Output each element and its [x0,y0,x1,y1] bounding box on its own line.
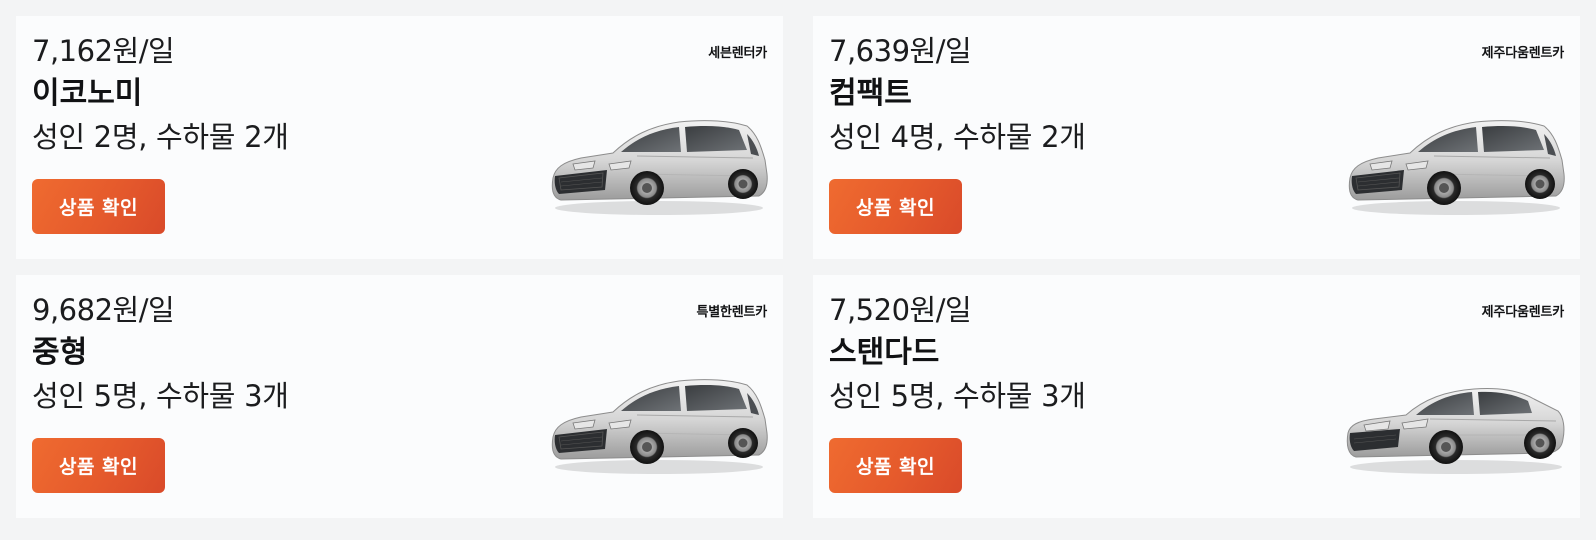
rental-car-results-grid: 7,162원/일 이코노미 성인 2명, 수하물 2개 상품 확인 세븐렌터카 … [16,16,1580,518]
car-class: 이코노미 [32,76,143,111]
rental-card-economy: 7,162원/일 이코노미 성인 2명, 수하물 2개 상품 확인 세븐렌터카 [16,16,783,259]
daily-price: 7,520원/일 [829,293,972,327]
hatchback-car-icon [1344,112,1566,218]
view-product-button[interactable]: 상품 확인 [829,438,962,493]
car-class: 중형 [32,335,88,370]
rental-card-standard: 7,520원/일 스탠다드 성인 5명, 수하물 3개 상품 확인 제주다움렌트… [813,275,1580,518]
hatchback-car-icon [547,371,769,477]
daily-price: 9,682원/일 [32,293,175,327]
car-class: 컴팩트 [829,76,912,111]
rental-company-name: 제주다움렌트카 [1481,305,1565,320]
daily-price: 7,639원/일 [829,34,972,68]
rental-company-name: 세븐렌터카 [708,46,767,61]
rental-company-name: 제주다움렌트카 [1481,46,1565,61]
rental-card-midsize: 9,682원/일 중형 성인 5명, 수하물 3개 상품 확인 특별한렌트카 [16,275,783,518]
rental-company-name: 특별한렌트카 [696,305,767,320]
car-class: 스탠다드 [829,335,940,370]
view-product-button[interactable]: 상품 확인 [829,179,962,234]
view-product-button[interactable]: 상품 확인 [32,438,165,493]
daily-price: 7,162원/일 [32,34,175,68]
hatchback-car-icon [547,112,769,218]
sedan-car-icon [1344,371,1566,477]
view-product-button[interactable]: 상품 확인 [32,179,165,234]
rental-card-compact: 7,639원/일 컴팩트 성인 4명, 수하물 2개 상품 확인 제주다움렌트카 [813,16,1580,259]
